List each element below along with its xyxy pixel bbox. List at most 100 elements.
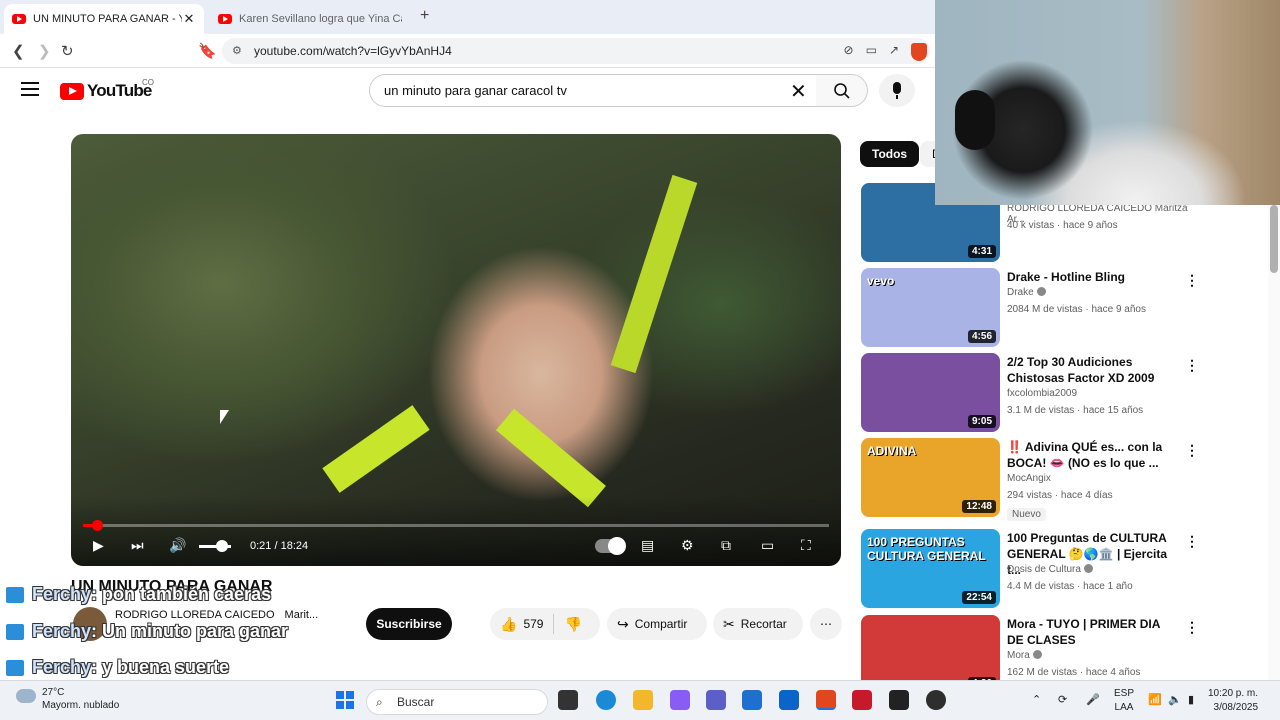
channel-info: RODRIGO LLOREDA CAICEDO Marit... [115, 609, 318, 621]
recommendation-item[interactable]: 100 PREGUNTAS CULTURA GENERAL 22:54 100 Pr… [860, 529, 1200, 609]
recommendation-title[interactable]: Drake - Hotline Bling [1007, 269, 1179, 285]
kebab-menu-icon[interactable]: ⋮ [1185, 357, 1199, 374]
sync-icon[interactable]: ⟳ [1058, 693, 1067, 706]
search-input[interactable]: un minuto para ganar caracol tv [369, 74, 817, 107]
recommendation-channel[interactable]: Dosis de Cultura [1007, 564, 1093, 575]
scrollbar-thumb[interactable] [1270, 205, 1278, 273]
autoplay-toggle[interactable] [595, 537, 626, 555]
volume-knob[interactable] [216, 540, 228, 552]
search-icon: ⌕ [376, 695, 383, 709]
share-icon[interactable]: ↗ [889, 43, 899, 61]
brave-shield-icon[interactable] [911, 43, 927, 61]
video-player[interactable]: ▶ ⏭ 🔊 0:21 / 18:24 ▤ ⚙ ⧉ ▭ ⛶ [71, 134, 841, 566]
shield-app-icon[interactable] [852, 690, 872, 710]
brave-icon[interactable] [816, 690, 836, 710]
clear-search-icon[interactable]: ✕ [790, 79, 807, 104]
theater-mode-icon[interactable]: ▭ [761, 537, 774, 554]
obs-icon[interactable] [926, 690, 946, 710]
voice-search-button[interactable] [879, 74, 915, 107]
recommendation-item[interactable]: ADIVINA 12:48 ‼️ Adivina QUÉ es... con la … [860, 438, 1200, 521]
address-actions: ⊘ ▭ ↗ [844, 43, 927, 61]
video-thumbnail[interactable]: vevo 4:56 [861, 268, 1000, 347]
forward-icon[interactable]: ❯ [38, 42, 51, 60]
chat-badge-icon [6, 586, 24, 603]
progress-bar[interactable] [83, 520, 829, 531]
mic-tray-icon[interactable]: 🎤 [1086, 693, 1100, 706]
subtitles-icon[interactable]: ▤ [641, 537, 654, 554]
back-icon[interactable]: ❮ [12, 42, 25, 60]
recommendation-title[interactable]: 2/2 Top 30 Audiciones Chistosas Factor X… [1007, 354, 1179, 386]
microphone-icon [893, 82, 901, 99]
settings-gear-icon[interactable]: ⚙ [681, 537, 694, 554]
recommendation-channel[interactable]: MocAngix [1007, 473, 1051, 484]
more-actions-button[interactable]: ⋯ [810, 608, 842, 640]
like-count[interactable]: 579 [523, 617, 543, 631]
new-tab-icon[interactable]: + [420, 7, 429, 25]
close-tab-icon[interactable]: ✕ [182, 11, 196, 27]
subscribe-button[interactable]: Suscribirse [366, 608, 452, 640]
chip-todos[interactable]: Todos [860, 141, 920, 167]
next-icon[interactable]: ⏭ [131, 537, 144, 554]
copilot-icon[interactable] [670, 690, 690, 710]
no-tracking-icon[interactable]: ⊘ [844, 43, 854, 61]
store-icon[interactable] [742, 690, 762, 710]
cast-icon[interactable]: ▭ [866, 43, 877, 61]
recommendation-title[interactable]: ‼️ Adivina QUÉ es... con la BOCA! 👄 (NO … [1007, 439, 1179, 471]
reload-icon[interactable]: ↻ [61, 42, 74, 60]
wifi-icon[interactable]: 📶 [1148, 693, 1162, 706]
teams-icon[interactable] [706, 690, 726, 710]
clip-label: Recortar [740, 617, 787, 631]
play-icon[interactable]: ▶ [93, 537, 104, 554]
video-duration: 9:05 [967, 415, 996, 428]
chevron-up-icon[interactable]: ⌃ [1032, 693, 1041, 706]
share-button[interactable]: ↪ Compartir [607, 608, 707, 640]
kebab-menu-icon[interactable]: ⋮ [1185, 619, 1199, 636]
video-time: 0:21 / 18:24 [250, 540, 309, 552]
like-icon[interactable]: 👍 [500, 616, 517, 633]
fullscreen-icon[interactable]: ⛶ [801, 537, 811, 554]
hamburger-menu-icon[interactable] [21, 82, 39, 100]
tab-inactive[interactable]: Karen Sevillano logra que Yina Calde [210, 4, 410, 34]
outlook-icon[interactable] [779, 690, 799, 710]
taskbar-search[interactable]: ⌕ Buscar [366, 689, 548, 715]
url-field[interactable]: ⚙ youtube.com/watch?v=lGyvYbAnHJ4 [222, 38, 930, 64]
recommendation-channel[interactable]: fxcolombia2009 [1007, 388, 1077, 399]
video-thumbnail[interactable]: 9:05 [861, 353, 1000, 432]
recommendation-title[interactable]: Mora - TUYO | PRIMER DIA DE CLASES [1007, 616, 1179, 648]
kebab-menu-icon[interactable]: ⋮ [1185, 533, 1199, 550]
volume-icon[interactable]: 🔊 [169, 537, 186, 554]
site-info-icon[interactable]: ⚙ [232, 44, 242, 57]
recommendation-channel[interactable]: Mora [1007, 650, 1042, 661]
app-icon[interactable] [889, 690, 909, 710]
task-view-icon[interactable] [558, 690, 578, 710]
search-button[interactable] [816, 74, 868, 107]
clock[interactable]: 10:20 p. m. 3/08/2025 [1208, 687, 1258, 715]
recommendation-channel[interactable]: Drake [1007, 287, 1046, 298]
miniplayer-icon[interactable]: ⧉ [721, 537, 731, 554]
language-indicator[interactable]: ESP LAA [1114, 687, 1134, 715]
channel-name[interactable]: RODRIGO LLOREDA CAICEDO [115, 609, 275, 621]
scrollbar[interactable] [1268, 205, 1280, 680]
windows-start-icon[interactable] [336, 691, 354, 709]
video-duration: 4:56 [967, 330, 996, 343]
recommendation-item[interactable]: vevo 4:56 Drake - Hotline Bling Drake 2084 M… [860, 268, 1200, 348]
chat-message: Ferchy : Un minuto para ganar [6, 621, 288, 642]
bookmark-icon[interactable]: 🔖 [198, 42, 217, 60]
dislike-icon[interactable]: 👎 [564, 616, 581, 633]
recommendation-item[interactable]: 9:05 2/2 Top 30 Audiciones Chistosas Fact… [860, 353, 1200, 433]
weather-widget[interactable]: 27°C Mayorm. nublado [16, 686, 119, 712]
search-query: un minuto para ganar caracol tv [384, 83, 567, 98]
video-thumbnail[interactable]: 100 PREGUNTAS CULTURA GENERAL 22:54 [861, 529, 1000, 608]
kebab-menu-icon[interactable]: ⋮ [1185, 272, 1199, 289]
video-thumbnail[interactable]: ADIVINA 12:48 [861, 438, 1000, 517]
edge-icon[interactable] [596, 690, 616, 710]
kebab-menu-icon[interactable]: ⋮ [1185, 442, 1199, 459]
new-badge: Nuevo [1007, 508, 1046, 521]
speaker-icon[interactable]: 🔈 [1168, 693, 1182, 706]
file-explorer-icon[interactable] [633, 690, 653, 710]
battery-icon[interactable]: ▮ [1188, 693, 1194, 706]
tab-active[interactable]: UN MINUTO PARA GANAR - You ✕ [4, 4, 204, 34]
clip-button[interactable]: ✂ Recortar [713, 608, 803, 640]
keyboard-layout: LAA [1114, 702, 1134, 713]
youtube-logo[interactable]: YouTube CO [60, 78, 154, 101]
